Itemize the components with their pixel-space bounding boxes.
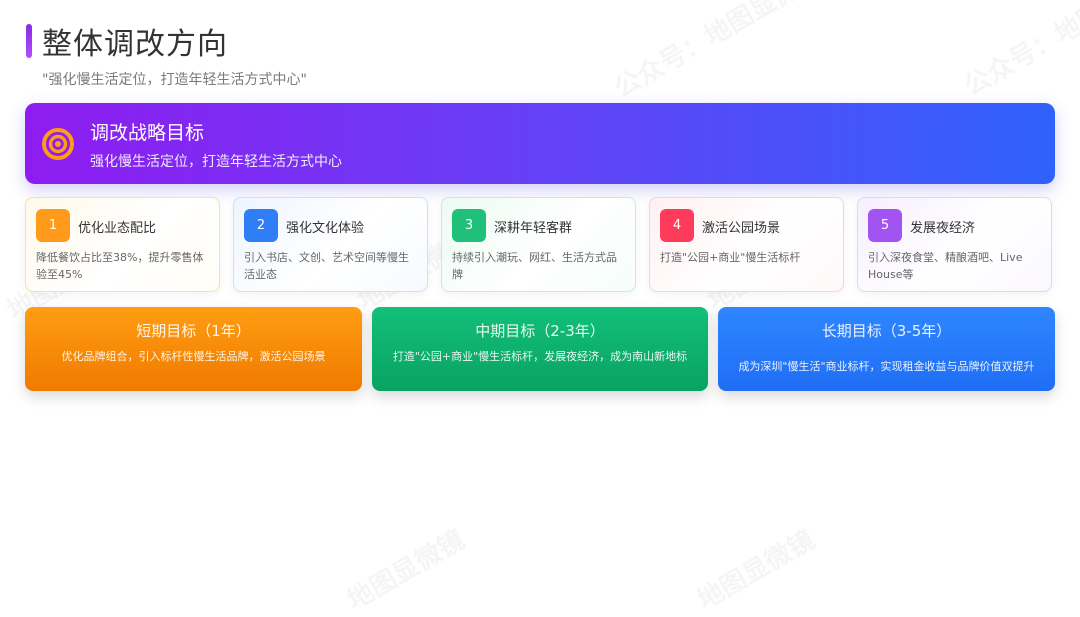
goal-description: 成为深圳"慢生活"商业标杆，实现租金收益与品牌价值双提升 [738, 360, 1035, 373]
watermark: 公众号：地图显微镜 [956, 0, 1080, 103]
goal-description: 优化品牌组合，引入标杆性慢生活品牌，激活公园场景 [61, 350, 326, 363]
goal-short-term: 短期目标（1年） 优化品牌组合，引入标杆性慢生活品牌，激活公园场景 [25, 307, 362, 391]
card-title: 优化业态配比 [78, 221, 157, 236]
card-number-badge: 3 [452, 209, 486, 242]
strategy-card: 3 深耕年轻客群 持续引入潮玩、网红、生活方式品牌 [441, 197, 636, 292]
title-accent-bar [26, 24, 32, 58]
goal-mid-term: 中期目标（2-3年） 打造"公园+商业"慢生活标杆，发展夜经济，成为南山新地标 [372, 307, 708, 391]
card-number-badge: 2 [244, 209, 278, 242]
banner-subtitle: 强化慢生活定位，打造年轻生活方式中心 [90, 154, 342, 170]
card-title: 深耕年轻客群 [494, 221, 573, 236]
strategy-card: 5 发展夜经济 引入深夜食堂、精酿酒吧、Live House等 [857, 197, 1052, 292]
card-number-badge: 1 [36, 209, 70, 242]
strategy-card: 1 优化业态配比 降低餐饮占比至38%，提升零售体验至45% [25, 197, 220, 292]
card-description: 引入深夜食堂、精酿酒吧、Live House等 [868, 251, 1023, 281]
watermark: 公众号：地图显微镜 [606, 0, 827, 105]
card-title: 发展夜经济 [910, 221, 976, 236]
watermark: 地图显微镜 [689, 520, 820, 617]
card-title: 强化文化体验 [286, 221, 365, 236]
watermark: 地图显微镜 [339, 520, 470, 617]
page-title: 整体调改方向 [42, 27, 228, 62]
card-title: 激活公园场景 [702, 221, 781, 236]
goal-title: 长期目标（3-5年） [821, 322, 952, 340]
target-icon [42, 128, 74, 160]
goal-title: 短期目标（1年） [136, 322, 251, 340]
strategy-card: 4 激活公园场景 打造"公园+商业"慢生活标杆 [649, 197, 844, 292]
goal-long-term: 长期目标（3-5年） 成为深圳"慢生活"商业标杆，实现租金收益与品牌价值双提升 [718, 307, 1055, 391]
banner-title: 调改战略目标 [90, 122, 205, 144]
card-number-badge: 5 [868, 209, 902, 242]
strategy-card: 2 强化文化体验 引入书店、文创、艺术空间等慢生活业态 [233, 197, 428, 292]
card-number-badge: 4 [660, 209, 694, 242]
card-description: 引入书店、文创、艺术空间等慢生活业态 [244, 251, 409, 281]
page-subtitle: "强化慢生活定位，打造年轻生活方式中心" [42, 72, 307, 88]
goal-title: 中期目标（2-3年） [475, 322, 605, 340]
strategy-banner: 调改战略目标 强化慢生活定位，打造年轻生活方式中心 [25, 103, 1055, 184]
card-description: 打造"公园+商业"慢生活标杆 [660, 251, 801, 264]
card-description: 持续引入潮玩、网红、生活方式品牌 [452, 251, 617, 281]
card-description: 降低餐饮占比至38%，提升零售体验至45% [36, 251, 204, 281]
goal-description: 打造"公园+商业"慢生活标杆，发展夜经济，成为南山新地标 [392, 350, 688, 363]
